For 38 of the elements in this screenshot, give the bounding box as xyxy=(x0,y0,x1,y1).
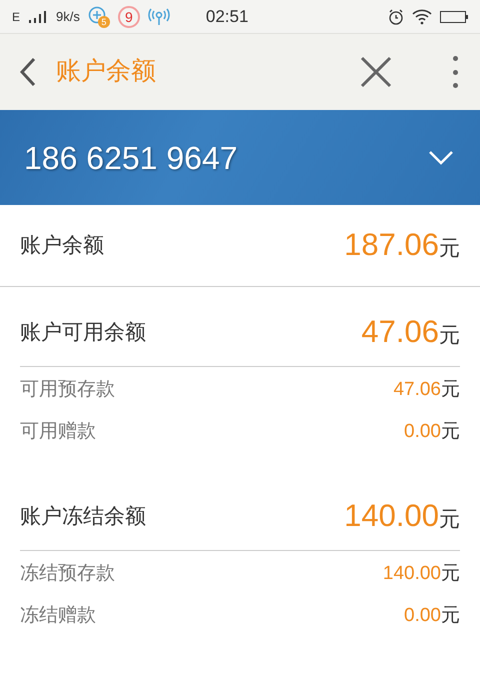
currency-unit: 元 xyxy=(441,378,460,402)
account-number: 186 6251 9647 xyxy=(24,138,239,178)
battery-icon xyxy=(440,10,468,24)
notification-badge: 5 xyxy=(98,16,110,28)
signal-icon xyxy=(28,10,48,22)
sub-balance-amount: 0.00 xyxy=(404,604,441,628)
clock-time: 02:51 xyxy=(206,6,248,28)
balance-amount: 140.00 xyxy=(344,497,439,536)
sub-balance-label: 可用预存款 xyxy=(20,378,115,402)
sub-balance-amount: 47.06 xyxy=(393,378,441,402)
page-title: 账户余额 xyxy=(56,56,156,88)
notification-count: 9 xyxy=(118,6,140,28)
broadcast-icon xyxy=(148,8,170,26)
plus-circle-icon xyxy=(88,6,106,24)
sub-balance-amount: 140.00 xyxy=(382,562,441,586)
sub-balance-label: 冻结预存款 xyxy=(20,562,115,586)
chevron-down-icon xyxy=(428,150,454,166)
close-button[interactable] xyxy=(358,54,394,90)
currency-unit: 元 xyxy=(439,323,460,350)
currency-unit: 元 xyxy=(441,420,460,444)
total-balance-label: 账户余额 xyxy=(20,232,104,259)
network-speed: 9k/s xyxy=(56,8,80,26)
network-type: E xyxy=(12,8,20,26)
currency-unit: 元 xyxy=(439,236,460,262)
back-icon xyxy=(20,57,36,87)
currency-unit: 元 xyxy=(439,507,460,534)
balance-label: 账户可用余额 xyxy=(20,320,146,346)
total-balance-amount: 187.06 xyxy=(344,226,439,264)
close-icon xyxy=(360,56,392,88)
currency-unit: 元 xyxy=(441,604,460,628)
sub-balance-label: 冻结赠款 xyxy=(20,604,96,628)
sub-balance-label: 可用赠款 xyxy=(20,420,96,444)
alarm-icon xyxy=(388,8,404,24)
balance-label: 账户冻结余额 xyxy=(20,504,146,530)
sub-balance-amount: 0.00 xyxy=(404,420,441,444)
currency-unit: 元 xyxy=(441,562,460,586)
balance-amount: 47.06 xyxy=(361,313,439,352)
wifi-icon xyxy=(412,8,432,24)
